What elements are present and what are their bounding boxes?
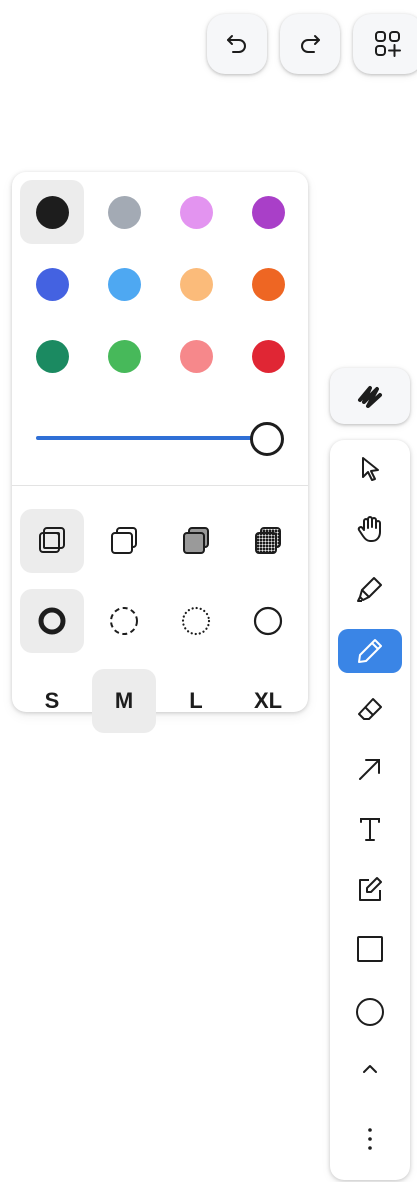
color-swatch-light-blue[interactable] bbox=[92, 252, 156, 316]
fill-solid-icon bbox=[183, 527, 209, 554]
color-dot-light-blue bbox=[107, 267, 141, 301]
rectangle-icon bbox=[357, 936, 383, 962]
color-swatch-orange[interactable] bbox=[236, 252, 300, 316]
opacity-slider-thumb[interactable] bbox=[250, 422, 284, 456]
fill-none-button[interactable] bbox=[20, 509, 84, 573]
add-pages-button[interactable] bbox=[353, 14, 417, 74]
size-s-button[interactable]: S bbox=[20, 669, 84, 733]
note-icon bbox=[359, 877, 382, 901]
color-swatch-grey[interactable] bbox=[92, 180, 156, 244]
color-swatch-black[interactable] bbox=[20, 180, 84, 244]
chevron-up-icon bbox=[363, 1065, 377, 1073]
more-tools-button[interactable] bbox=[338, 1047, 402, 1091]
fill-semi-button[interactable] bbox=[92, 509, 156, 573]
hand-icon bbox=[357, 516, 381, 542]
size-m-button[interactable]: M bbox=[92, 669, 156, 733]
dash-dashed-button[interactable] bbox=[92, 589, 156, 653]
color-swatch-light-red[interactable] bbox=[164, 324, 228, 388]
color-dot-yellow bbox=[179, 267, 213, 301]
eraser-icon bbox=[358, 698, 382, 720]
redo-icon bbox=[301, 35, 320, 53]
color-dot-violet bbox=[251, 195, 285, 229]
size-s-label: S bbox=[44, 688, 60, 713]
fill-semi-icon bbox=[111, 527, 137, 554]
add-pages-icon bbox=[375, 31, 401, 57]
dash-dashed-icon bbox=[110, 607, 138, 635]
color-swatch-red[interactable] bbox=[236, 324, 300, 388]
select-tool-button[interactable] bbox=[338, 447, 402, 491]
dash-solid-icon bbox=[253, 606, 283, 636]
ellipse-icon bbox=[356, 998, 384, 1026]
color-dot-light-green bbox=[107, 339, 141, 373]
text-icon bbox=[360, 818, 380, 841]
color-swatch-green[interactable] bbox=[20, 324, 84, 388]
size-m-label: M bbox=[114, 688, 134, 713]
size-xl-button[interactable]: XL bbox=[236, 669, 300, 733]
color-dot-orange bbox=[251, 267, 285, 301]
dash-draw-button[interactable] bbox=[20, 589, 84, 653]
color-swatch-light-violet[interactable] bbox=[164, 180, 228, 244]
draw-tool-button[interactable] bbox=[338, 629, 402, 673]
undo-icon bbox=[227, 35, 246, 53]
highlighter-icon bbox=[357, 577, 382, 602]
size-l-button[interactable]: L bbox=[164, 669, 228, 733]
color-dot-grey bbox=[107, 195, 141, 229]
color-swatch-blue[interactable] bbox=[20, 252, 84, 316]
fill-pattern-button[interactable] bbox=[236, 509, 300, 573]
fill-pattern-icon bbox=[255, 527, 281, 554]
size-l-label: L bbox=[189, 688, 203, 713]
size-xl-label: XL bbox=[253, 688, 283, 713]
undo-button[interactable] bbox=[207, 14, 267, 74]
text-tool-button[interactable] bbox=[338, 807, 402, 851]
color-dot-blue bbox=[35, 267, 69, 301]
color-dot-light-red bbox=[179, 339, 213, 373]
ellipse-tool-button[interactable] bbox=[338, 990, 402, 1034]
color-swatch-light-green[interactable] bbox=[92, 324, 156, 388]
fill-solid-button[interactable] bbox=[164, 509, 228, 573]
fill-none-icon bbox=[39, 527, 65, 553]
tools-toolbar bbox=[330, 440, 410, 1180]
pointer-icon bbox=[362, 457, 379, 481]
divider bbox=[12, 485, 308, 486]
more-vertical-icon bbox=[368, 1128, 372, 1150]
color-dot-red bbox=[251, 339, 285, 373]
eraser-tool-button[interactable] bbox=[338, 687, 402, 731]
quick-style-button[interactable] bbox=[330, 368, 410, 424]
arrow-icon bbox=[359, 759, 380, 780]
dash-dotted-icon bbox=[181, 606, 211, 636]
dash-draw-icon bbox=[38, 607, 66, 635]
style-panel: S M L XL bbox=[12, 172, 308, 733]
highlight-tool-button[interactable] bbox=[338, 567, 402, 611]
color-dot-green bbox=[35, 339, 69, 373]
arrow-tool-button[interactable] bbox=[338, 747, 402, 791]
menu-button[interactable] bbox=[338, 1117, 402, 1161]
redo-button[interactable] bbox=[280, 14, 340, 74]
color-dot-black bbox=[35, 195, 69, 229]
scribble-icon bbox=[358, 386, 382, 408]
opacity-slider-track[interactable] bbox=[36, 436, 266, 440]
hand-tool-button[interactable] bbox=[338, 507, 402, 551]
pencil-icon bbox=[358, 639, 382, 663]
color-dot-light-violet bbox=[179, 195, 213, 229]
color-swatch-yellow[interactable] bbox=[164, 252, 228, 316]
dash-solid-button[interactable] bbox=[236, 589, 300, 653]
rectangle-tool-button[interactable] bbox=[338, 927, 402, 971]
color-swatch-violet[interactable] bbox=[236, 180, 300, 244]
note-tool-button[interactable] bbox=[338, 867, 402, 911]
dash-dotted-button[interactable] bbox=[164, 589, 228, 653]
